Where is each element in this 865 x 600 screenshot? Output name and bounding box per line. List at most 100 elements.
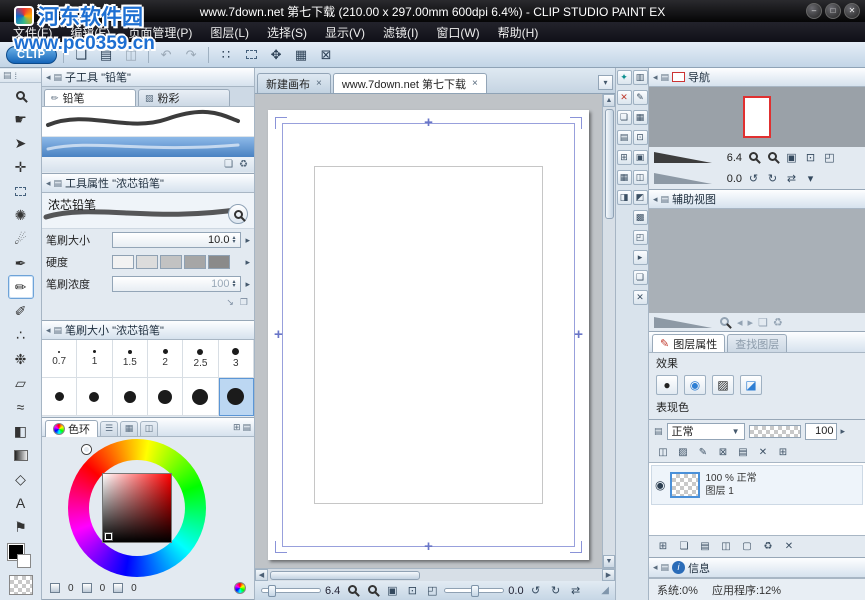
value-value[interactable]: 0 bbox=[131, 583, 137, 594]
figure-tool-button[interactable]: ◇ bbox=[8, 467, 34, 491]
opacity-value[interactable]: 100 bbox=[805, 423, 837, 440]
fit-window-icon[interactable]: ◰ bbox=[424, 584, 440, 597]
subview-header[interactable]: ◂ ▤ 辅助视图 bbox=[649, 190, 865, 209]
close-tab-icon[interactable]: × bbox=[472, 78, 478, 89]
navigator-preview[interactable] bbox=[649, 87, 865, 147]
open-image-icon[interactable]: ❏ bbox=[758, 316, 768, 329]
transparent-color-swatch[interactable] bbox=[9, 575, 33, 595]
subtool-item-selected[interactable] bbox=[42, 137, 254, 157]
hardness-step[interactable] bbox=[136, 255, 158, 269]
rotate-ccw-icon[interactable]: ↺ bbox=[528, 584, 544, 597]
size-preset[interactable] bbox=[77, 378, 112, 416]
zoom-in-icon[interactable] bbox=[765, 152, 780, 164]
size-preset[interactable] bbox=[183, 378, 218, 416]
dock-item-icon[interactable]: ⊞ bbox=[617, 150, 632, 165]
rotate-cw-icon[interactable]: ↻ bbox=[548, 584, 564, 597]
zoom-out-icon[interactable] bbox=[746, 152, 761, 164]
fit-screen-icon[interactable]: ▣ bbox=[384, 584, 400, 597]
actual-size-icon[interactable]: ⊡ bbox=[404, 584, 420, 597]
zoom-in-icon[interactable] bbox=[364, 585, 380, 597]
dock-item-icon[interactable]: ▣ bbox=[633, 150, 648, 165]
marquee-option-button[interactable] bbox=[240, 45, 262, 65]
dock-item-icon[interactable]: ▥ bbox=[633, 70, 648, 85]
tab-intermediate-color[interactable]: ◫ bbox=[140, 421, 158, 436]
resize-grip-icon[interactable]: ◢ bbox=[601, 585, 609, 596]
close-tab-icon[interactable]: × bbox=[316, 78, 322, 89]
subtool-item[interactable] bbox=[42, 107, 254, 137]
hardness-step[interactable] bbox=[184, 255, 206, 269]
set-ruler-icon[interactable]: ⊠ bbox=[714, 444, 732, 460]
scroll-thumb[interactable] bbox=[270, 571, 420, 580]
border-effect-icon[interactable]: ● bbox=[656, 375, 678, 395]
saturation-value[interactable]: 0 bbox=[100, 583, 106, 594]
panel-menu-icon[interactable]: ▾ bbox=[803, 172, 818, 185]
scroll-thumb[interactable] bbox=[605, 109, 614, 219]
reference-layer-icon[interactable]: ▤ bbox=[734, 444, 752, 460]
dock-item-icon[interactable]: ▩ bbox=[633, 210, 648, 225]
next-image-icon[interactable]: ▸ bbox=[748, 316, 754, 329]
copy-subtool-icon[interactable]: ❏ bbox=[224, 159, 233, 170]
delete-subtool-icon[interactable]: ♻ bbox=[239, 159, 248, 170]
dock-item-icon[interactable]: ◨ bbox=[617, 190, 632, 205]
new-layer-icon[interactable]: ⊞ bbox=[654, 538, 672, 554]
horizontal-scrollbar[interactable]: ◀ ▶ bbox=[255, 568, 615, 581]
size-preset[interactable]: 1.5 bbox=[113, 340, 148, 378]
zoom-out-icon[interactable] bbox=[717, 317, 732, 329]
operate-tool-button[interactable]: ➤ bbox=[8, 131, 34, 155]
transfer-layer-icon[interactable]: ◫ bbox=[717, 538, 735, 554]
saturation-value-square[interactable] bbox=[102, 473, 172, 543]
menu-layer[interactable]: 图层(L) bbox=[201, 24, 258, 41]
hue-value[interactable]: 0 bbox=[68, 583, 74, 594]
brush-density-input[interactable]: 100▴▾ bbox=[112, 276, 241, 292]
dock-item-icon[interactable]: ✕ bbox=[633, 290, 648, 305]
menu-view[interactable]: 显示(V) bbox=[316, 24, 374, 41]
dock-item-icon[interactable]: ⊡ bbox=[633, 130, 648, 145]
zoom-tool-button[interactable] bbox=[8, 83, 34, 107]
delete-icon[interactable]: ✕ bbox=[780, 538, 798, 554]
maximize-button[interactable]: □ bbox=[825, 3, 841, 19]
rotation-slider-knob[interactable] bbox=[471, 585, 479, 597]
panel-menu-icon[interactable]: ▤ bbox=[654, 426, 663, 437]
panel-menu-icon[interactable]: ▤ bbox=[54, 325, 63, 336]
panel-menu-icon[interactable]: ▤ bbox=[54, 72, 63, 83]
two-pane-icon[interactable]: ⊞ bbox=[774, 444, 792, 460]
size-preset-selected[interactable] bbox=[219, 378, 254, 416]
visibility-eye-icon[interactable]: ◉ bbox=[655, 478, 665, 492]
close-dock-icon[interactable]: ✕ bbox=[617, 90, 632, 105]
rotation-slider[interactable] bbox=[444, 588, 504, 593]
subtool-panel-header[interactable]: ◂ ▤ 子工具 "铅笔" bbox=[42, 68, 254, 87]
dock-item-icon[interactable]: ✎ bbox=[633, 90, 648, 105]
size-preset[interactable] bbox=[42, 378, 77, 416]
transform-button[interactable]: ✥ bbox=[265, 45, 287, 65]
new-vector-layer-icon[interactable]: ❏ bbox=[675, 538, 693, 554]
gradient-tool-button[interactable] bbox=[8, 443, 34, 467]
menu-filter[interactable]: 滤镜(I) bbox=[374, 24, 427, 41]
info-panel-header[interactable]: ◂ ▤ i 信息 bbox=[649, 558, 865, 578]
selection-tool-button[interactable] bbox=[8, 179, 34, 203]
delete-layer-icon[interactable]: ♻ bbox=[759, 538, 777, 554]
tab-search-layer[interactable]: 查找图层 bbox=[727, 334, 787, 352]
brush-size-input[interactable]: 10.0▴▾ bbox=[112, 232, 241, 248]
blend-mode-select[interactable]: 正常▼ bbox=[667, 423, 745, 440]
actual-size-icon[interactable]: ⊡ bbox=[803, 151, 818, 164]
sub-color-swatch[interactable] bbox=[17, 554, 31, 568]
move-layer-tool-button[interactable]: ✛ bbox=[8, 155, 34, 179]
hardness-step[interactable] bbox=[208, 255, 230, 269]
material-palette-icon[interactable]: ✦ bbox=[617, 70, 632, 85]
color-mode-icon[interactable] bbox=[234, 582, 246, 594]
brush-tool-button[interactable]: ✐ bbox=[8, 299, 34, 323]
layer-name[interactable]: 图层 1 bbox=[705, 486, 733, 497]
tab-pastel[interactable]: ▨粉彩 bbox=[138, 89, 230, 106]
eyedropper-tool-button[interactable]: ☄ bbox=[8, 227, 34, 251]
flip-horizontal-icon[interactable]: ⇄ bbox=[568, 584, 584, 597]
expand-icon[interactable]: ▸ bbox=[245, 235, 250, 246]
dock-item-icon[interactable]: ◰ bbox=[633, 230, 648, 245]
resize-grip-icon[interactable]: ↘ bbox=[226, 297, 234, 308]
scroll-down-icon[interactable]: ▼ bbox=[603, 555, 615, 568]
brush-size-header[interactable]: ◂ ▤ 笔刷大小 "浓芯铅笔" bbox=[42, 321, 254, 340]
panel-menu-icon[interactable]: ▤ bbox=[661, 562, 670, 573]
menu-help[interactable]: 帮助(H) bbox=[489, 24, 548, 41]
size-preset[interactable]: 3 bbox=[219, 340, 254, 378]
dock-item-icon[interactable]: ▦ bbox=[633, 110, 648, 125]
expand-icon[interactable]: ▸ bbox=[245, 257, 250, 268]
